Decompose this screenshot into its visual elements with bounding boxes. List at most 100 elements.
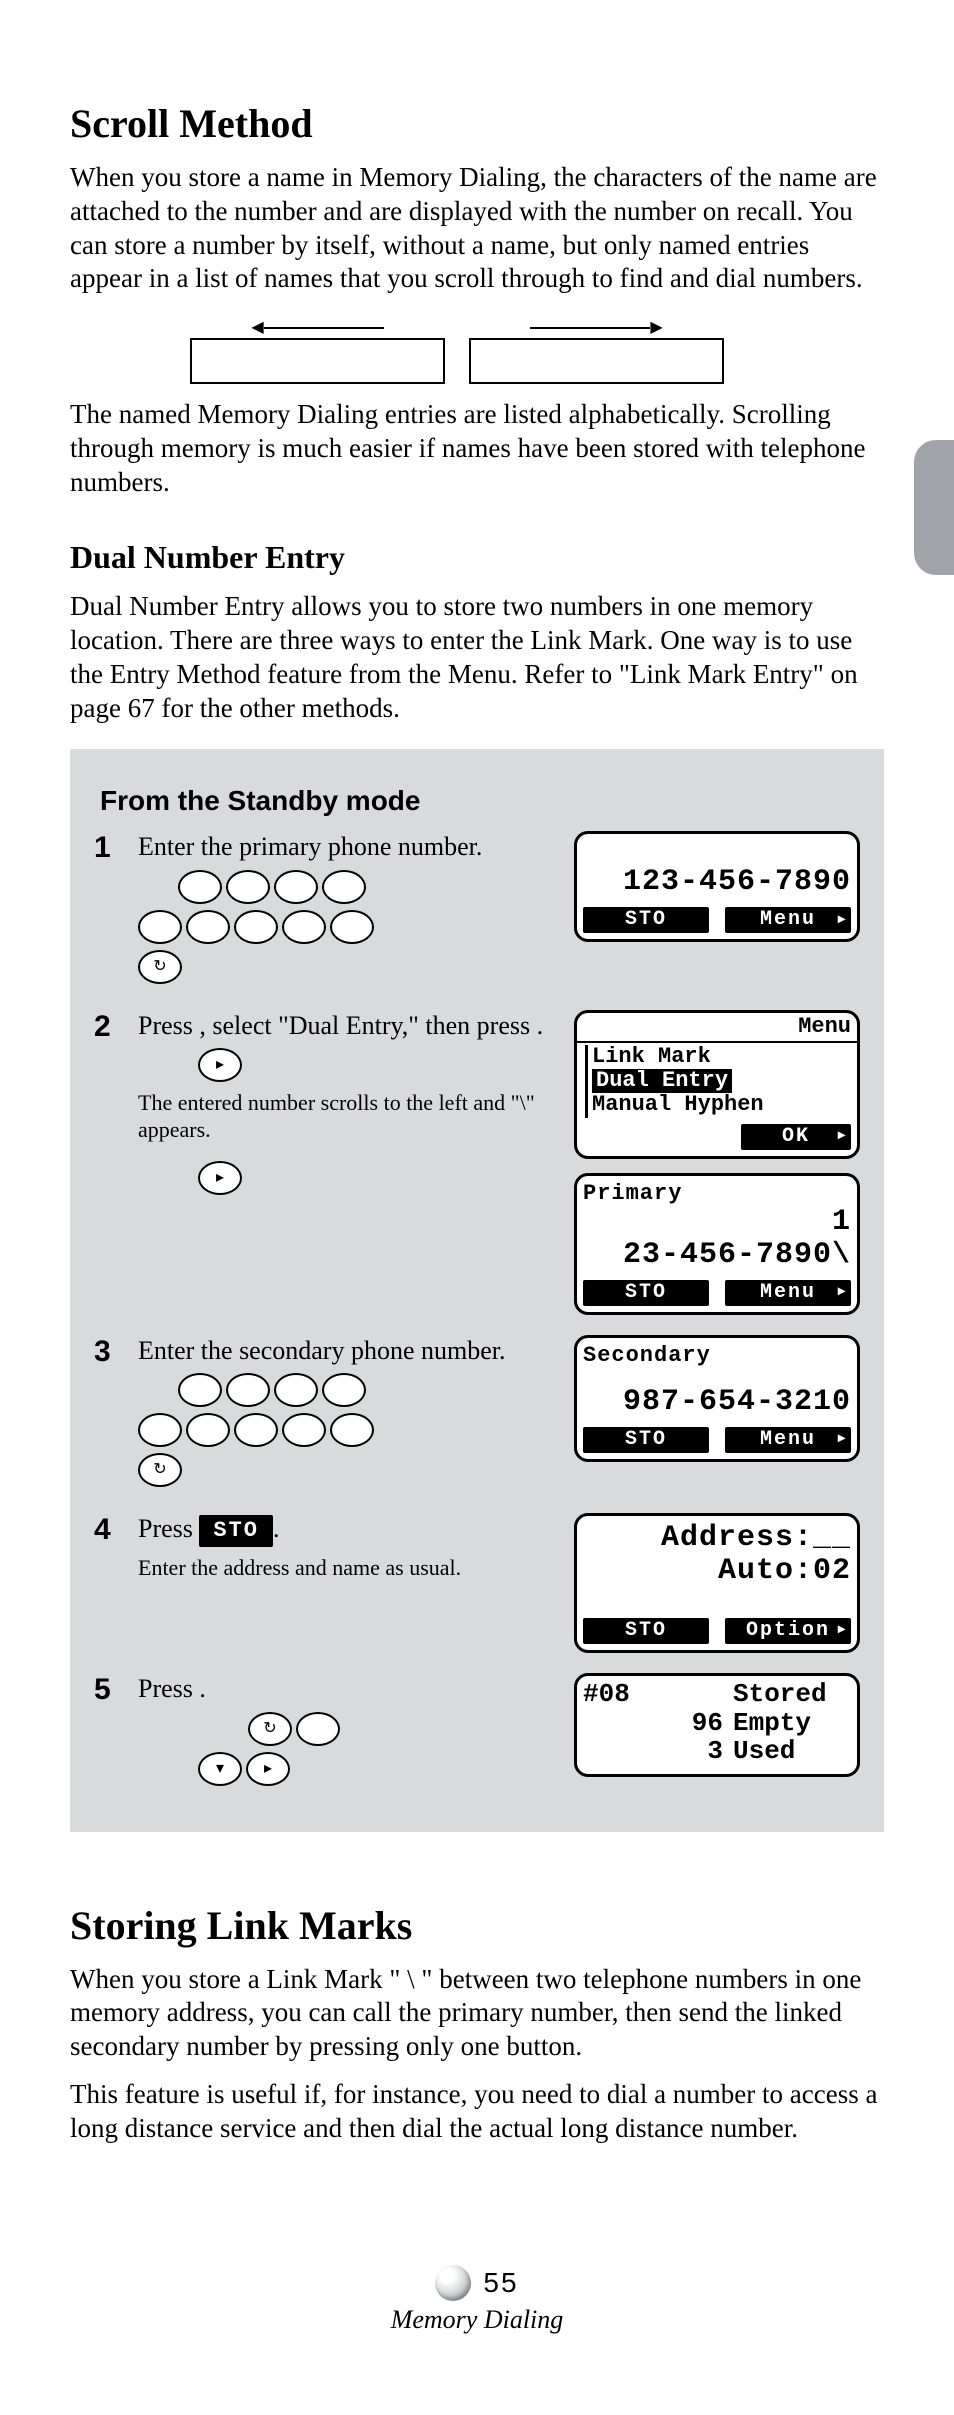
step-number: 1 (94, 831, 128, 865)
paragraph: When you store a name in Memory Dialing,… (70, 161, 884, 296)
step-text: Press STO. Enter the address and name as… (138, 1513, 550, 1581)
step-number: 3 (94, 1335, 128, 1369)
softkey-option: Option (725, 1618, 851, 1644)
lcd-header: Secondary (583, 1344, 851, 1368)
lcd-cell: #08 (583, 1680, 653, 1709)
digit-key-icon (330, 1413, 374, 1447)
arrow-right-icon (530, 320, 662, 336)
softkey-sto: STO (583, 1618, 709, 1644)
lcd-cell (583, 1737, 653, 1766)
digit-key-icon (274, 1373, 318, 1407)
nav-right-key-icon (198, 1048, 242, 1082)
lcd-menu-header: Menu (577, 1013, 857, 1043)
step-label: Press (138, 1514, 193, 1543)
lcd-cell: Stored (723, 1680, 847, 1709)
lcd-screen-4: Secondary 987-654-3210 STO Menu (574, 1335, 860, 1462)
lcd-cell: 3 (653, 1737, 723, 1766)
nav-right-key-icon (246, 1752, 290, 1786)
digit-key-icon (178, 1373, 222, 1407)
digit-key-icon (322, 1373, 366, 1407)
step-number: 2 (94, 1010, 128, 1044)
lcd-screen-6: #08 Stored 96 Empty 3 Used (574, 1673, 860, 1777)
step-note: The entered number scrolls to the left a… (138, 1090, 550, 1143)
section-label: Memory Dialing (70, 2305, 884, 2335)
step-label: Press , select "Dual Entry," then press … (138, 1011, 543, 1040)
digit-key-icon (234, 910, 278, 944)
step-text: Enter the secondary phone number. (138, 1335, 550, 1494)
menu-item: Manual Hyphen (592, 1093, 853, 1117)
lcd-line: Address:__ (583, 1522, 851, 1555)
digit-key-icon (178, 870, 222, 904)
step-number: 5 (94, 1673, 128, 1707)
softkey-sto: STO (583, 907, 709, 933)
pearl-bullet-icon (435, 2265, 471, 2301)
digit-key-icon (186, 1413, 230, 1447)
digit-key-icon (226, 870, 270, 904)
digit-key-icon (138, 910, 182, 944)
lcd-cell: Empty (723, 1709, 847, 1738)
lcd-screen-5: Address:__ Auto:02 STO Option (574, 1513, 860, 1653)
digit-key-icon (186, 910, 230, 944)
page-footer: 55 Memory Dialing (70, 2265, 884, 2335)
lcd-screen-2: Menu Link Mark Dual Entry Manual Hyphen … (574, 1010, 860, 1159)
step-text: Press , select "Dual Entry," then press … (138, 1010, 550, 1201)
menu-item-selected: Dual Entry (592, 1069, 732, 1093)
lcd-screen-3: Primary 1 23-456-7890\ STO Menu (574, 1173, 860, 1315)
digit-key-icon (282, 1413, 326, 1447)
digit-key-icon (226, 1373, 270, 1407)
loop-key-icon (138, 950, 182, 984)
arrow-left-icon (251, 320, 383, 336)
heading-dual-number-entry: Dual Number Entry (70, 539, 884, 576)
loop-key-icon (138, 1453, 182, 1487)
nav-right-key-icon (198, 1161, 242, 1195)
paragraph: The named Memory Dialing entries are lis… (70, 398, 884, 499)
instruction-panel: From the Standby mode 1 Enter the primar… (70, 749, 884, 1831)
lcd-number: 987-654-3210 (583, 1386, 851, 1419)
heading-storing-link-marks: Storing Link Marks (70, 1902, 884, 1949)
lcd-cell: 96 (653, 1709, 723, 1738)
sto-key-icon: STO (199, 1515, 273, 1547)
step-text: Press . (138, 1673, 550, 1792)
lcd-line: Auto:02 (583, 1555, 851, 1588)
paragraph: This feature is useful if, for instance,… (70, 2078, 884, 2146)
lcd-cell: Used (723, 1737, 847, 1766)
nav-down-key-icon (198, 1752, 242, 1786)
scroll-direction-figure (190, 320, 884, 384)
lcd-cell (653, 1680, 723, 1709)
step-label: Press . (138, 1674, 206, 1703)
lcd-line: 1 (583, 1206, 851, 1239)
page-number: 55 (483, 2267, 518, 2299)
lcd-screen-1: 123-456-7890 STO Menu (574, 831, 860, 942)
digit-key-icon (330, 910, 374, 944)
softkey-menu: Menu (725, 1427, 851, 1453)
step-note: Enter the address and name as usual. (138, 1555, 550, 1581)
scroll-list-box (190, 338, 445, 384)
loop-key-icon (248, 1712, 292, 1746)
softkey-menu: Menu (725, 1280, 851, 1306)
softkey-menu: Menu (725, 907, 851, 933)
side-thumb-tab (914, 440, 954, 575)
lcd-number: 123-456-7890 (583, 866, 851, 899)
paragraph: Dual Number Entry allows you to store tw… (70, 590, 884, 725)
lcd-cell (583, 1709, 653, 1738)
paragraph: When you store a Link Mark " \ " between… (70, 1963, 884, 2064)
step-label: Enter the secondary phone number. (138, 1336, 506, 1365)
step-number: 4 (94, 1513, 128, 1547)
digit-key-icon (296, 1712, 340, 1746)
panel-title: From the Standby mode (100, 785, 860, 817)
softkey-sto: STO (583, 1427, 709, 1453)
softkey-sto: STO (583, 1280, 709, 1306)
heading-scroll-method: Scroll Method (70, 100, 884, 147)
digit-key-icon (138, 1413, 182, 1447)
step-label: Enter the primary phone number. (138, 832, 482, 861)
lcd-line: 23-456-7890\ (583, 1239, 851, 1272)
digit-key-icon (274, 870, 318, 904)
menu-item: Link Mark (592, 1045, 853, 1069)
digit-key-icon (282, 910, 326, 944)
step-text: Enter the primary phone number. (138, 831, 550, 990)
lcd-header: Primary (583, 1182, 851, 1206)
digit-key-icon (234, 1413, 278, 1447)
softkey-ok: OK (741, 1124, 851, 1150)
scroll-list-box (469, 338, 724, 384)
digit-key-icon (322, 870, 366, 904)
